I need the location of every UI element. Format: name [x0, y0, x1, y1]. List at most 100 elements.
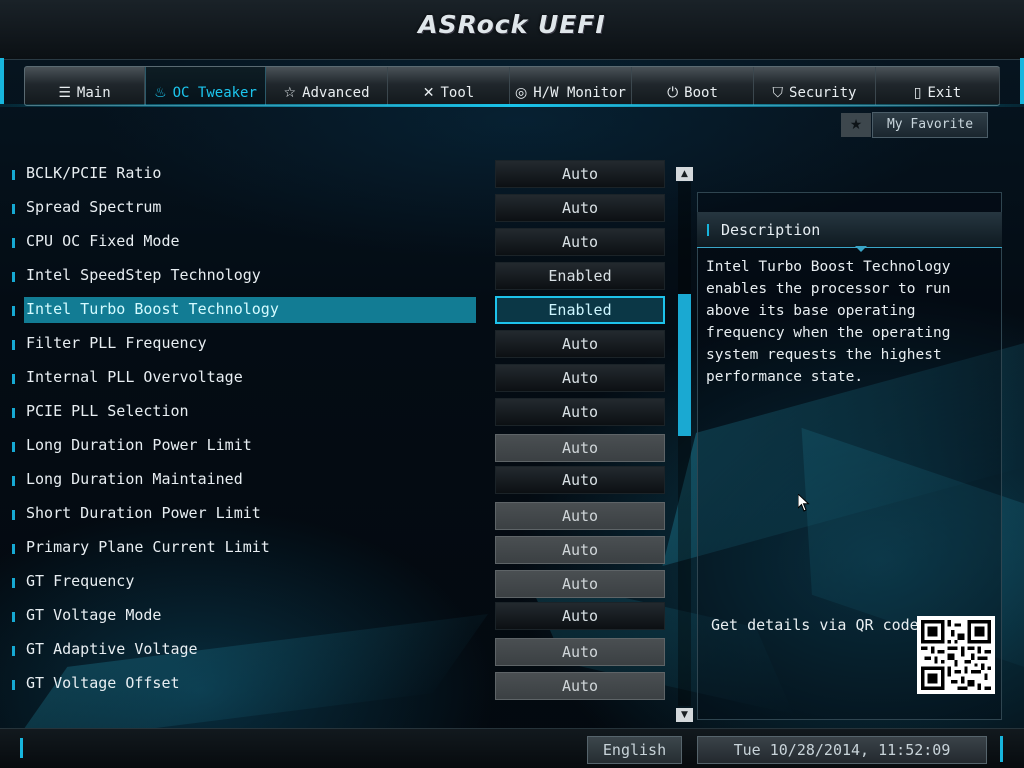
setting-value-dropdown[interactable]: Enabled: [495, 262, 665, 290]
setting-row[interactable]: Spread Spectrum: [10, 195, 480, 221]
setting-value-dropdown[interactable]: Auto: [495, 638, 665, 666]
bullet-icon: [12, 680, 15, 690]
bullet-icon: [12, 442, 15, 452]
bullet-icon: [12, 374, 15, 384]
setting-value-dropdown[interactable]: Auto: [495, 502, 665, 530]
monitor-icon: ◎: [515, 85, 528, 101]
power-icon: ⏻: [667, 85, 679, 101]
tab-bar-glow: [0, 104, 1024, 107]
bullet-icon: [12, 578, 15, 588]
tab-security[interactable]: ⛉ Security: [754, 67, 876, 105]
bullet-icon: [12, 340, 15, 350]
setting-value-dropdown[interactable]: Auto: [495, 160, 665, 188]
favorite-star-icon[interactable]: ★: [841, 113, 871, 137]
bullet-icon: [12, 544, 15, 554]
setting-row[interactable]: Short Duration Power Limit: [10, 501, 480, 527]
language-button[interactable]: English: [587, 736, 682, 764]
setting-row[interactable]: Intel Turbo Boost Technology: [12, 297, 476, 323]
tab-label: Tool: [440, 85, 475, 101]
setting-label: CPU OC Fixed Mode: [26, 232, 180, 250]
setting-value-dropdown[interactable]: Auto: [495, 330, 665, 358]
scrollbar-thumb[interactable]: [678, 294, 691, 436]
flame-icon: ♨: [154, 85, 167, 101]
bullet-icon: [12, 408, 15, 418]
setting-value-dropdown[interactable]: Auto: [495, 672, 665, 700]
star-icon: ☆: [283, 85, 297, 101]
bullet-icon: [12, 476, 15, 486]
setting-label: Primary Plane Current Limit: [26, 538, 270, 556]
header: ASRock UEFI: [0, 0, 1024, 60]
bullet-icon: [12, 646, 15, 656]
scrollbar-track[interactable]: [678, 182, 691, 706]
description-text: Intel Turbo Boost Technology enables the…: [706, 259, 951, 385]
setting-row[interactable]: GT Voltage Mode: [10, 603, 480, 629]
setting-row[interactable]: GT Frequency: [10, 569, 480, 595]
setting-value-dropdown[interactable]: Auto: [495, 228, 665, 256]
tab-exit[interactable]: ▯ Exit: [876, 67, 1000, 105]
setting-row[interactable]: Internal PLL Overvoltage: [10, 365, 480, 391]
setting-label: PCIE PLL Selection: [26, 402, 189, 420]
setting-row[interactable]: Intel SpeedStep Technology: [10, 263, 480, 289]
qr-code-icon: [921, 620, 991, 690]
scroll-up-arrow-icon[interactable]: ▲: [676, 167, 693, 181]
setting-value-dropdown[interactable]: Auto: [495, 466, 665, 494]
setting-row[interactable]: BCLK/PCIE Ratio: [10, 161, 480, 187]
tab-label: Security: [789, 85, 857, 101]
tab-tool[interactable]: ✕ Tool: [388, 67, 510, 105]
tab-oc-tweaker[interactable]: ♨ OC Tweaker: [145, 67, 266, 105]
setting-row[interactable]: CPU OC Fixed Mode: [10, 229, 480, 255]
tab-label: Advanced: [302, 85, 370, 101]
asrock-uefi-logo: ASRock UEFI: [418, 10, 606, 39]
list-icon: ☰: [58, 85, 71, 101]
setting-value-dropdown[interactable]: Auto: [495, 194, 665, 222]
tab-label: Exit: [927, 85, 962, 101]
description-bar-icon: [707, 224, 709, 236]
tab-boot[interactable]: ⏻ Boot: [632, 67, 754, 105]
setting-row[interactable]: Long Duration Power Limit: [10, 433, 480, 459]
setting-row[interactable]: GT Adaptive Voltage: [10, 637, 480, 663]
tab-label: Main: [76, 85, 111, 101]
setting-row[interactable]: GT Voltage Offset: [10, 671, 480, 697]
setting-row[interactable]: Primary Plane Current Limit: [10, 535, 480, 561]
setting-label: Internal PLL Overvoltage: [26, 368, 243, 386]
setting-value-dropdown[interactable]: Enabled: [495, 296, 665, 324]
my-favorite-button[interactable]: My Favorite: [872, 112, 988, 138]
main-tab-bar: ☰ Main ♨ OC Tweaker ☆ Advanced ✕ Tool ◎ H/W Monit…: [24, 66, 1000, 106]
qr-code[interactable]: [917, 616, 995, 694]
description-header: Description: [697, 212, 1002, 248]
setting-row[interactable]: PCIE PLL Selection: [10, 399, 480, 425]
footer-accent: [20, 738, 23, 758]
tab-label: H/W Monitor: [533, 85, 626, 101]
tab-advanced[interactable]: ☆ Advanced: [266, 67, 388, 105]
setting-label: GT Voltage Mode: [26, 606, 162, 624]
setting-row[interactable]: Long Duration Maintained: [10, 467, 480, 493]
setting-value-dropdown[interactable]: Auto: [495, 570, 665, 598]
tab-hw-monitor[interactable]: ◎ H/W Monitor: [510, 67, 632, 105]
setting-value-dropdown[interactable]: Auto: [495, 434, 665, 462]
setting-value-dropdown[interactable]: Auto: [495, 364, 665, 392]
shield-icon: ⛉: [772, 85, 784, 101]
description-notch-icon: [855, 246, 867, 252]
setting-value-dropdown[interactable]: Auto: [495, 398, 665, 426]
tools-icon: ✕: [422, 85, 435, 101]
footer-right-accent: [1000, 736, 1003, 762]
setting-value-dropdown[interactable]: Auto: [495, 602, 665, 630]
bullet-icon: [12, 238, 15, 248]
description-title: Description: [721, 221, 821, 239]
setting-label: Long Duration Power Limit: [26, 436, 252, 454]
tab-main[interactable]: ☰ Main: [25, 67, 145, 105]
setting-label: Short Duration Power Limit: [26, 504, 261, 522]
setting-row[interactable]: Filter PLL Frequency: [10, 331, 480, 357]
setting-label: Intel Turbo Boost Technology: [26, 300, 279, 318]
setting-value-dropdown[interactable]: Auto: [495, 536, 665, 564]
right-accent: [1020, 58, 1024, 104]
bullet-icon: [12, 204, 15, 214]
setting-label: Spread Spectrum: [26, 198, 162, 216]
scroll-down-arrow-icon[interactable]: ▼: [676, 708, 693, 722]
mouse-cursor-icon: [798, 494, 810, 512]
setting-label: GT Adaptive Voltage: [26, 640, 198, 658]
setting-label: GT Frequency: [26, 572, 135, 590]
bullet-icon: [12, 170, 15, 180]
setting-label: BCLK/PCIE Ratio: [26, 164, 162, 182]
bullet-icon: [12, 306, 15, 316]
